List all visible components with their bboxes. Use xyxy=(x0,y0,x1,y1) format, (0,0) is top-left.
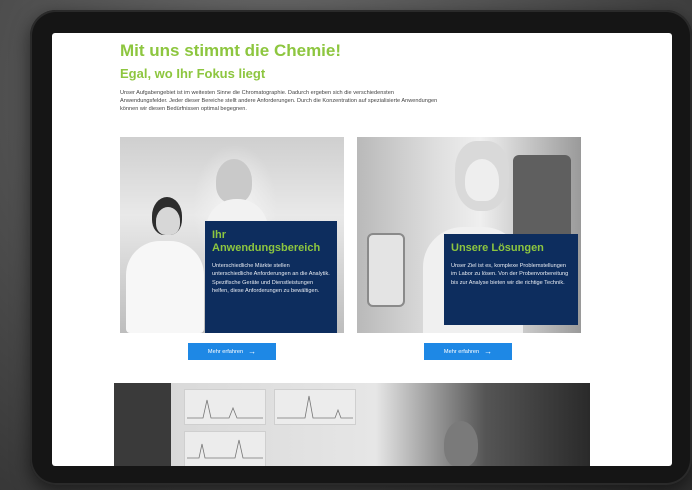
intro-paragraph: Unser Aufgabengebiet ist im weitesten Si… xyxy=(120,90,438,113)
chromatogram-banner-image xyxy=(114,383,590,466)
chromatogram-sheet xyxy=(274,389,356,425)
button-label: Mehr erfahren xyxy=(443,348,480,355)
website-viewport: Mit uns stimmt die Chemie! Egal, wo Ihr … xyxy=(52,33,672,466)
page-subheadline: Egal, wo Ihr Fokus liegt xyxy=(120,66,266,81)
solutions-card: Unsere Lösungen Unser Ziel ist es, kompl… xyxy=(357,137,581,333)
card-title: Ihr Anwendungsbereich xyxy=(212,229,321,254)
application-area-overlay: Ihr Anwendungsbereich Unterschiedliche M… xyxy=(205,221,337,333)
learn-more-button-application[interactable]: Mehr erfahren → xyxy=(188,343,276,360)
learn-more-button-solutions[interactable]: Mehr erfahren → xyxy=(424,343,512,360)
card-title: Unsere Lösungen xyxy=(451,242,544,254)
chromatogram-sheet xyxy=(184,431,266,466)
page-headline: Mit uns stimmt die Chemie! xyxy=(120,41,342,60)
chromatogram-sheet xyxy=(184,389,266,425)
arrow-right-icon: → xyxy=(248,346,257,356)
solutions-overlay: Unsere Lösungen Unser Ziel ist es, kompl… xyxy=(444,234,578,325)
arrow-right-icon: → xyxy=(484,346,493,356)
card-text: Unterschiedliche Märkte stellen untersch… xyxy=(212,263,330,295)
card-text: Unser Ziel ist es, komplexe Problemstell… xyxy=(451,263,569,286)
button-label: Mehr erfahren xyxy=(207,348,244,355)
application-area-card: Ihr Anwendungsbereich Unterschiedliche M… xyxy=(120,137,344,333)
